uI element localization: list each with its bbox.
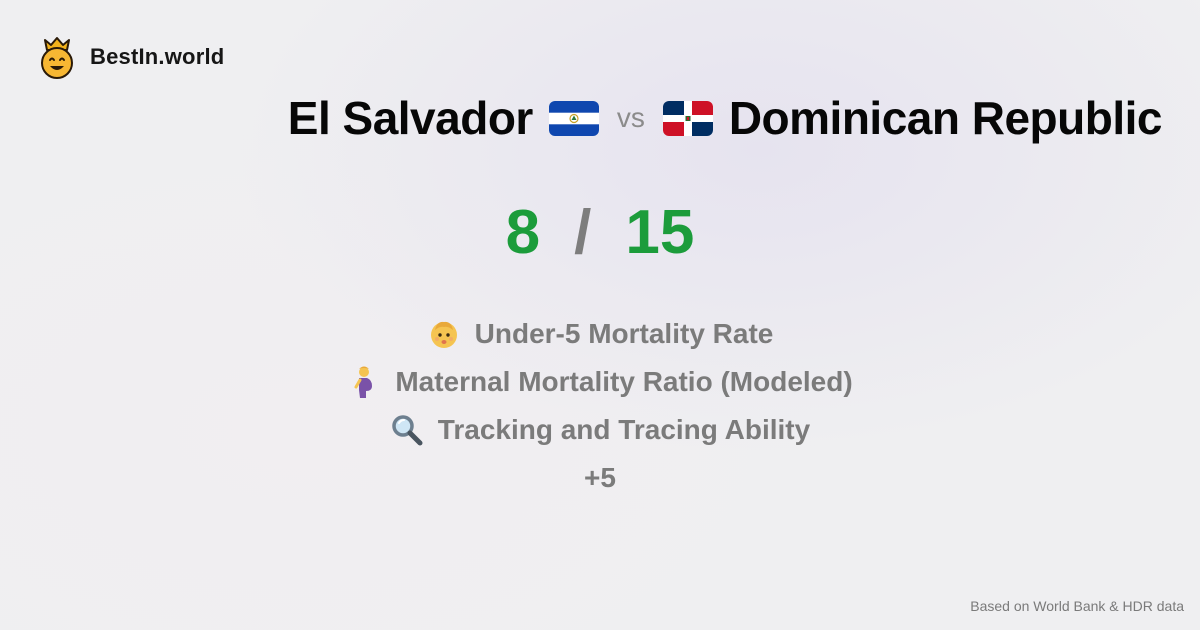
score: 8 / 15 [0,196,1200,268]
score-a: 8 [505,197,541,267]
data-source-note: Based on World Bank & HDR data [970,598,1184,614]
metric-tracking-tracing: Tracking and Tracing Ability [0,406,1200,454]
el-salvador-flag-icon [548,100,599,136]
score-b: 15 [625,197,695,267]
brand-name: BestIn.world [90,44,225,69]
score-separator: / [574,197,592,267]
country-a-name: El Salvador [287,92,534,144]
metric-under5-mortality: Under-5 Mortality Rate [0,310,1200,358]
metric-label: Tracking and Tracing Ability [437,414,811,445]
brand[interactable]: BestIn.world [38,35,224,79]
magnifying-glass-icon [392,415,423,446]
metric-maternal-mortality: Maternal Mortality Ratio (Modeled) [0,358,1200,406]
metric-label: Under-5 Mortality Rate [474,318,774,349]
baby-icon [430,321,457,348]
crowned-smiley-icon [41,37,73,79]
metric-label: Maternal Mortality Ratio (Modeled) [395,366,853,397]
country-b-name: Dominican Republic [728,92,1163,144]
vs-label: vs [616,102,645,133]
dominican-republic-flag-icon [662,100,713,136]
more-metrics-count: +5 [584,462,616,493]
metric-list: Under-5 Mortality Rate Maternal Mortalit… [0,310,1200,502]
comparison-title: El Salvador vs Dominican Republic [287,88,1163,148]
pregnant-woman-icon [354,366,373,398]
